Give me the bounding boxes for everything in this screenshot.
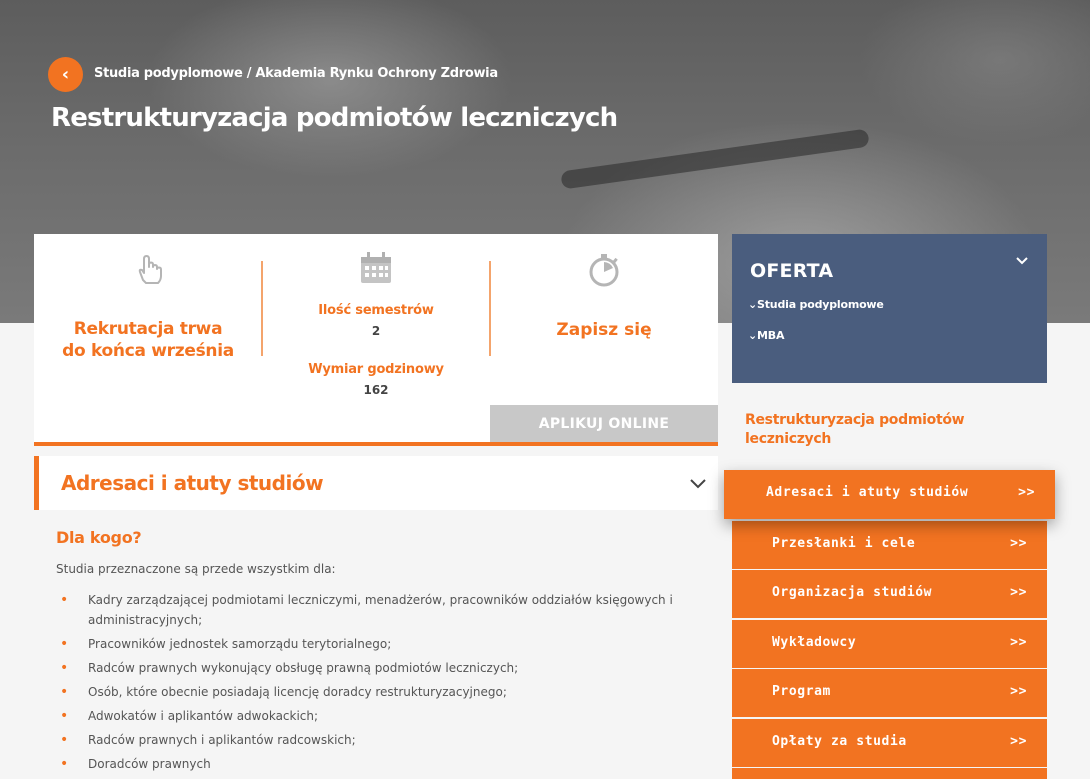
oferta-item-mba[interactable]: ⌄MBA	[748, 329, 784, 342]
hours-label: Wymiar godzinowy	[308, 362, 444, 377]
double-chevron-right-icon: >>	[1010, 536, 1027, 551]
list-item: • Radców prawnych i aplikantów radcowskic…	[56, 730, 696, 750]
content-intro: Studia przeznaczone są przede wszystkim …	[56, 562, 336, 576]
stopwatch-icon	[586, 250, 622, 290]
double-chevron-right-icon: >>	[1010, 734, 1027, 749]
list-item-text: Adwokatów i aplikantów adwokackich;	[88, 709, 319, 723]
menu-item-przeslanki[interactable]: Przesłanki i cele >>	[732, 521, 1047, 569]
recruitment-text: Rekrutacja trwa do końca września	[34, 318, 262, 362]
list-item: • Adwokatów i aplikantów adwokackich;	[56, 706, 696, 726]
bullet-icon: •	[60, 592, 69, 608]
bullet-icon: •	[60, 756, 69, 772]
list-item: • Doradców prawnych	[56, 754, 696, 774]
list-item: • Pracowników jednostek samorządu terytor…	[56, 634, 696, 654]
list-item: • Kadry zarządzającej podmiotami lecznicz…	[56, 590, 696, 630]
menu-item-label: Wykładowcy	[772, 635, 857, 650]
double-chevron-right-icon: >>	[1010, 684, 1027, 699]
list-item-text: Pracowników jednostek samorządu terytori…	[88, 637, 392, 651]
oferta-item-label: Studia podyplomowe	[757, 298, 884, 311]
menu-item-organizacja[interactable]: Organizacja studiów >>	[732, 570, 1047, 618]
content-heading: Dla kogo?	[56, 528, 142, 547]
back-button[interactable]: ‹	[48, 57, 83, 92]
chevron-left-icon: ‹	[61, 64, 70, 85]
menu-item-wykladowcy[interactable]: Wykładowcy >>	[732, 620, 1047, 668]
semesters-value: 2	[371, 324, 381, 338]
list-item: • Osób, które obecnie posiadają licencję …	[56, 682, 696, 702]
course-info-card: Rekrutacja trwa do końca września Ilość …	[34, 234, 718, 446]
calendar-icon	[358, 248, 394, 288]
double-chevron-right-icon: >>	[1018, 485, 1035, 500]
double-chevron-right-icon: >>	[1010, 585, 1027, 600]
bullet-icon: •	[60, 660, 69, 676]
hero-background-pen	[560, 128, 870, 190]
semesters-label: Ilość semestrów	[318, 303, 434, 318]
list-item-text: Radców prawnych wykonujący obsługę prawn…	[88, 661, 519, 675]
sidebar-current-course[interactable]: Restrukturyzacja podmiotów leczniczych	[745, 411, 1005, 449]
list-item-text: Radców prawnych i aplikantów radcowskich…	[88, 733, 356, 747]
chevron-down-icon: ⌄	[748, 298, 758, 311]
signup-info: Zapisz się	[490, 234, 718, 404]
list-item-text: Doradców prawnych	[88, 757, 211, 771]
signup-link[interactable]: Zapisz się	[490, 320, 718, 340]
double-chevron-right-icon: >>	[1010, 635, 1027, 650]
menu-item-adresaci[interactable]: Adresaci i atuty studiów >>	[724, 470, 1055, 519]
menu-item-label: Organizacja studiów	[772, 585, 933, 600]
oferta-item-studia[interactable]: ⌄Studia podyplomowe	[748, 298, 884, 311]
chevron-down-icon[interactable]	[1015, 252, 1029, 266]
breadcrumb[interactable]: Studia podyplomowe / Akademia Rynku Ochr…	[94, 66, 498, 81]
list-item: • Radców prawnych wykonujący obsługę praw…	[56, 658, 696, 678]
list-item-text: Kadry zarządzającej podmiotami leczniczy…	[88, 593, 673, 627]
oferta-panel: OFERTA ⌄Studia podyplomowe ⌄MBA	[732, 234, 1047, 383]
apply-online-button[interactable]: APLIKUJ ONLINE	[490, 405, 718, 442]
program-stats: Ilość semestrów 2 Wymiar godzinowy 162	[262, 234, 490, 404]
list-item-text: Osób, które obecnie posiadają licencję d…	[88, 685, 507, 699]
menu-item-next[interactable]	[732, 768, 1047, 779]
section-content: Dla kogo? Studia przeznaczone są przede …	[56, 528, 696, 778]
section-title: Adresaci i atuty studiów	[61, 471, 324, 495]
menu-item-program[interactable]: Program >>	[732, 669, 1047, 717]
audience-list: • Kadry zarządzającej podmiotami lecznicz…	[56, 590, 696, 774]
chevron-down-icon[interactable]	[688, 473, 708, 493]
oferta-item-label: MBA	[757, 329, 785, 342]
bullet-icon: •	[60, 684, 69, 700]
recruitment-line-2: do końca września	[62, 341, 234, 361]
menu-item-label: Adresaci i atuty studiów	[766, 485, 969, 500]
recruitment-info: Rekrutacja trwa do końca września	[34, 234, 262, 404]
menu-item-label: Przesłanki i cele	[772, 536, 916, 551]
bullet-icon: •	[60, 636, 69, 652]
oferta-title: OFERTA	[750, 260, 834, 282]
page-title: Restrukturyzacja podmiotów leczniczych	[51, 103, 618, 133]
recruitment-line-1: Rekrutacja trwa	[73, 319, 223, 339]
menu-item-label: Program	[772, 684, 831, 699]
menu-item-oplaty[interactable]: Opłaty za studia >>	[732, 719, 1047, 767]
menu-item-label: Opłaty za studia	[772, 734, 907, 749]
chevron-down-icon: ⌄	[748, 329, 758, 342]
bullet-icon: •	[60, 708, 69, 724]
hand-pointer-icon	[130, 250, 166, 290]
section-accordion-header[interactable]: Adresaci i atuty studiów	[34, 456, 718, 510]
hours-value: 162	[363, 383, 389, 397]
bullet-icon: •	[60, 732, 69, 748]
